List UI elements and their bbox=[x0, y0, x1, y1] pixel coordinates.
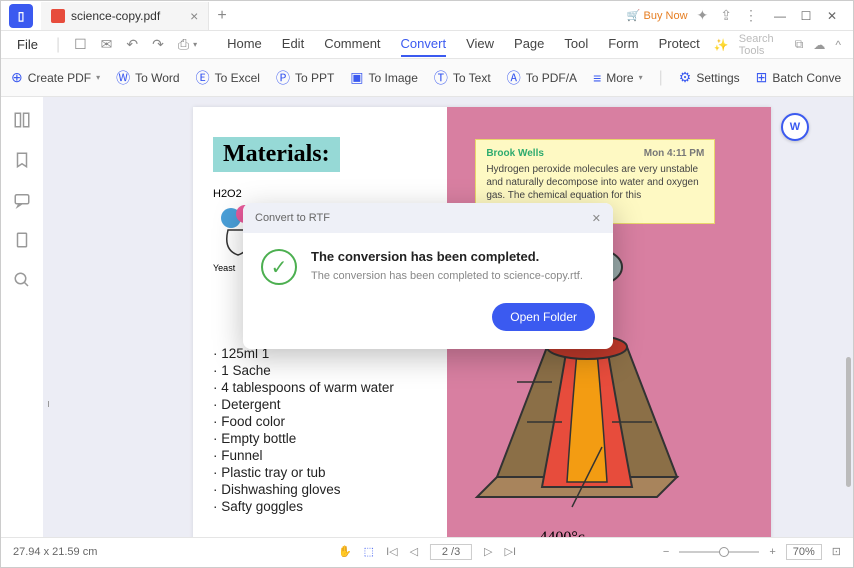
conversion-dialog: Convert to RTF ✕ ✓ The conversion has be… bbox=[243, 203, 613, 349]
dialog-heading: The conversion has been completed. bbox=[311, 249, 583, 264]
search-tools-input[interactable]: Search Tools bbox=[739, 33, 785, 57]
tab-page[interactable]: Page bbox=[514, 32, 544, 57]
materials-heading: Materials: bbox=[213, 137, 340, 172]
mail-icon[interactable]: ✉ bbox=[101, 36, 113, 53]
scrollbar-thumb[interactable] bbox=[846, 357, 851, 487]
save-icon[interactable]: ☐ bbox=[74, 36, 87, 53]
first-page-icon[interactable]: I◁ bbox=[386, 545, 398, 558]
dialog-subtext: The conversion has been completed to sci… bbox=[311, 270, 583, 282]
fit-page-icon[interactable]: ⊡ bbox=[832, 545, 841, 558]
list-item: 1 Sache bbox=[213, 362, 427, 379]
maximize-button[interactable]: ☐ bbox=[793, 6, 819, 26]
convert-toolbar: ⊕Create PDF▾ ⓌTo Word ⒺTo Excel ⓅTo PPT … bbox=[1, 59, 853, 97]
sparkle-icon[interactable]: ✦ bbox=[694, 7, 712, 24]
thumbnails-icon[interactable] bbox=[13, 111, 31, 129]
tab-title: science-copy.pdf bbox=[71, 9, 160, 23]
buy-now-link[interactable]: 🛒 Buy Now bbox=[627, 9, 688, 22]
minimize-button[interactable]: — bbox=[767, 6, 793, 26]
dialog-title: Convert to RTF bbox=[255, 212, 330, 224]
list-item: Dishwashing gloves bbox=[213, 481, 427, 498]
volcano-temp-label: 4400°c bbox=[539, 529, 585, 537]
zoom-slider[interactable] bbox=[679, 551, 759, 553]
hand-tool-icon[interactable]: ✋ bbox=[338, 545, 352, 558]
word-conversion-badge[interactable]: W bbox=[781, 113, 809, 141]
to-pdfa-button[interactable]: ⒶTo PDF/A bbox=[507, 68, 577, 88]
zoom-in-icon[interactable]: + bbox=[769, 546, 775, 558]
menu-tabs: Home Edit Comment Convert View Page Tool… bbox=[227, 32, 700, 57]
page-input[interactable]: 2 /3 bbox=[430, 544, 472, 560]
dialog-close-button[interactable]: ✕ bbox=[592, 212, 601, 225]
prev-page-icon[interactable]: ◁ bbox=[410, 545, 418, 558]
settings-button[interactable]: ⚙Settings bbox=[679, 69, 740, 86]
list-item: Empty bottle bbox=[213, 430, 427, 447]
document-tab[interactable]: science-copy.pdf × bbox=[41, 2, 209, 30]
dialog-titlebar[interactable]: Convert to RTF ✕ bbox=[243, 203, 613, 233]
list-item: Food color bbox=[213, 413, 427, 430]
magic-icon[interactable]: ✨ bbox=[714, 38, 729, 52]
zoom-percent[interactable]: 70% bbox=[786, 544, 822, 560]
zoom-out-icon[interactable]: − bbox=[663, 546, 669, 558]
bookmark-icon[interactable] bbox=[13, 151, 31, 169]
last-page-icon[interactable]: ▷I bbox=[505, 545, 517, 558]
external-link-icon[interactable]: ⧉ bbox=[795, 37, 804, 52]
list-item: 4 tablespoons of warm water bbox=[213, 379, 427, 396]
chevron-up-icon[interactable]: ^ bbox=[835, 38, 841, 52]
kebab-menu-icon[interactable]: ⋮ bbox=[741, 7, 761, 24]
select-tool-icon[interactable]: ⬚ bbox=[364, 545, 374, 558]
pdf-file-icon bbox=[51, 9, 65, 23]
file-menu[interactable]: File bbox=[13, 37, 42, 52]
materials-list: 125ml 1 1 Sache 4 tablespoons of warm wa… bbox=[213, 345, 427, 515]
tab-view[interactable]: View bbox=[466, 32, 494, 57]
to-ppt-button[interactable]: ⓅTo PPT bbox=[276, 68, 334, 88]
undo-icon[interactable]: ↶ bbox=[126, 36, 138, 53]
tab-tool[interactable]: Tool bbox=[564, 32, 588, 57]
titlebar: ▯ science-copy.pdf × + 🛒 Buy Now ✦ ⇪ ⋮ —… bbox=[1, 1, 853, 31]
open-folder-button[interactable]: Open Folder bbox=[492, 303, 595, 331]
note-timestamp: Mon 4:11 PM bbox=[644, 148, 705, 159]
tab-protect[interactable]: Protect bbox=[659, 32, 700, 57]
list-item: Funnel bbox=[213, 447, 427, 464]
tab-comment[interactable]: Comment bbox=[324, 32, 380, 57]
menubar: File | ☐ ✉ ↶ ↷ ⎙ ▾ Home Edit Comment Con… bbox=[1, 31, 853, 59]
list-item: Safty goggles bbox=[213, 498, 427, 515]
close-window-button[interactable]: ✕ bbox=[819, 6, 845, 26]
next-page-icon[interactable]: ▷ bbox=[484, 545, 492, 558]
comment-icon[interactable] bbox=[13, 191, 31, 209]
left-sidebar bbox=[1, 97, 43, 537]
print-icon[interactable]: ⎙ bbox=[178, 36, 189, 53]
redo-icon[interactable]: ↷ bbox=[152, 36, 164, 53]
tab-home[interactable]: Home bbox=[227, 32, 262, 57]
to-text-button[interactable]: ⓉTo Text bbox=[434, 68, 491, 88]
tab-form[interactable]: Form bbox=[608, 32, 638, 57]
statusbar: 27.94 x 21.59 cm ✋ ⬚ I◁ ◁ 2 /3 ▷ ▷I − + … bbox=[1, 537, 853, 565]
share-icon[interactable]: ⇪ bbox=[717, 7, 735, 24]
page-dimensions: 27.94 x 21.59 cm bbox=[13, 546, 97, 558]
list-item: Detergent bbox=[213, 396, 427, 413]
to-word-button[interactable]: ⓌTo Word bbox=[116, 68, 179, 88]
create-pdf-button[interactable]: ⊕Create PDF▾ bbox=[11, 69, 100, 86]
cloud-icon[interactable]: ☁ bbox=[813, 38, 825, 52]
close-tab-icon[interactable]: × bbox=[190, 8, 198, 24]
batch-convert-button[interactable]: ⊞Batch Conve bbox=[756, 69, 841, 86]
success-check-icon: ✓ bbox=[261, 249, 297, 285]
add-tab-button[interactable]: + bbox=[209, 7, 234, 25]
app-logo-icon: ▯ bbox=[9, 4, 33, 28]
to-excel-button[interactable]: ⒺTo Excel bbox=[196, 68, 260, 88]
tab-edit[interactable]: Edit bbox=[282, 32, 304, 57]
tab-convert[interactable]: Convert bbox=[401, 32, 447, 57]
list-item: Plastic tray or tub bbox=[213, 464, 427, 481]
more-button[interactable]: ≡More▾ bbox=[593, 70, 643, 86]
search-icon[interactable] bbox=[13, 271, 31, 289]
to-image-button[interactable]: ▣To Image bbox=[350, 69, 418, 86]
attachment-icon[interactable] bbox=[13, 231, 31, 249]
note-author: Brook Wells bbox=[486, 148, 544, 159]
